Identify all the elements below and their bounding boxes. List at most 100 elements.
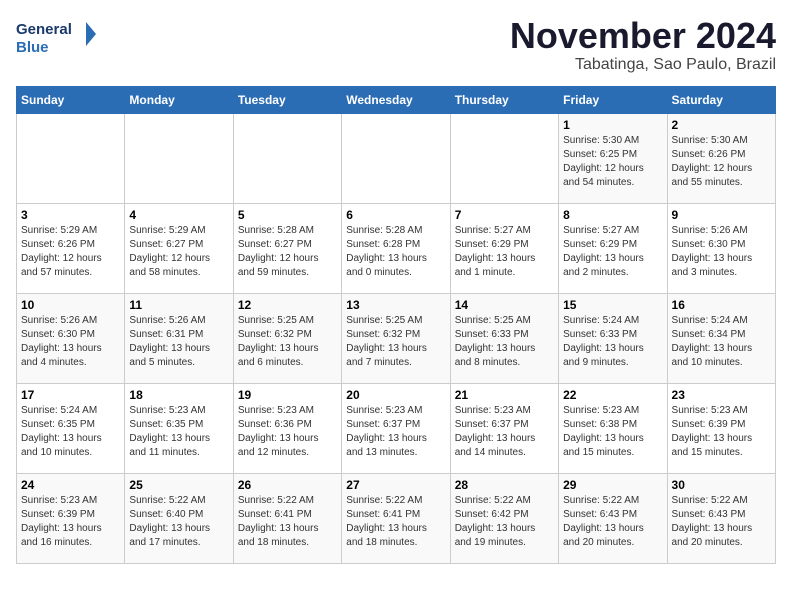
calendar-cell: 3 Sunrise: 5:29 AM Sunset: 6:26 PM Daylig… [17,203,125,293]
weekday-header-friday: Friday [559,86,667,113]
day-number: 14 [455,298,554,312]
day-info: Sunrise: 5:22 AM Sunset: 6:41 PM Dayligh… [238,494,337,550]
calendar-cell: 13 Sunrise: 5:25 AM Sunset: 6:32 PM Dayli… [342,293,450,383]
day-info: Sunrise: 5:28 AM Sunset: 6:27 PM Dayligh… [238,224,337,280]
calendar-cell: 15 Sunrise: 5:24 AM Sunset: 6:33 PM Dayli… [559,293,667,383]
day-info: Sunrise: 5:23 AM Sunset: 6:37 PM Dayligh… [455,404,554,460]
day-number: 12 [238,298,337,312]
day-number: 27 [346,478,445,492]
day-number: 9 [672,208,771,222]
day-number: 16 [672,298,771,312]
calendar-week-3: 10 Sunrise: 5:26 AM Sunset: 6:30 PM Dayli… [17,293,776,383]
day-number: 20 [346,388,445,402]
day-number: 26 [238,478,337,492]
day-info: Sunrise: 5:23 AM Sunset: 6:36 PM Dayligh… [238,404,337,460]
calendar-cell: 27Sunrise: 5:22 AM Sunset: 6:41 PM Dayli… [342,473,450,563]
calendar-cell: 21Sunrise: 5:23 AM Sunset: 6:37 PM Dayli… [450,383,558,473]
calendar-cell [17,113,125,203]
weekday-header-saturday: Saturday [667,86,775,113]
calendar-cell: 29 Sunrise: 5:22 AM Sunset: 6:43 PM Dayli… [559,473,667,563]
calendar-cell: 17Sunrise: 5:24 AM Sunset: 6:35 PM Dayli… [17,383,125,473]
day-info: Sunrise: 5:26 AM Sunset: 6:31 PM Dayligh… [129,314,228,370]
day-info: Sunrise: 5:26 AM Sunset: 6:30 PM Dayligh… [21,314,120,370]
calendar-cell: 12 Sunrise: 5:25 AM Sunset: 6:32 PM Dayli… [233,293,341,383]
day-info: Sunrise: 5:22 AM Sunset: 6:43 PM Dayligh… [563,494,662,550]
day-info: Sunrise: 5:29 AM Sunset: 6:27 PM Dayligh… [129,224,228,280]
calendar-cell: 20Sunrise: 5:23 AM Sunset: 6:37 PM Dayli… [342,383,450,473]
day-number: 2 [672,118,771,132]
weekday-header-monday: Monday [125,86,233,113]
day-info: Sunrise: 5:23 AM Sunset: 6:39 PM Dayligh… [21,494,120,550]
day-number: 23 [672,388,771,402]
calendar-cell: 28Sunrise: 5:22 AM Sunset: 6:42 PM Dayli… [450,473,558,563]
calendar-cell [233,113,341,203]
day-number: 15 [563,298,662,312]
calendar-cell: 2Sunrise: 5:30 AM Sunset: 6:26 PM Daylig… [667,113,775,203]
day-number: 24 [21,478,120,492]
calendar-week-4: 17Sunrise: 5:24 AM Sunset: 6:35 PM Dayli… [17,383,776,473]
weekday-header-sunday: Sunday [17,86,125,113]
day-info: Sunrise: 5:25 AM Sunset: 6:32 PM Dayligh… [238,314,337,370]
calendar-cell: 7 Sunrise: 5:27 AM Sunset: 6:29 PM Daylig… [450,203,558,293]
month-title: November 2024 [510,16,776,56]
day-number: 3 [21,208,120,222]
day-number: 1 [563,118,662,132]
calendar-cell: 6 Sunrise: 5:28 AM Sunset: 6:28 PM Daylig… [342,203,450,293]
day-info: Sunrise: 5:23 AM Sunset: 6:38 PM Dayligh… [563,404,662,460]
calendar-cell: 18 Sunrise: 5:23 AM Sunset: 6:35 PM Dayli… [125,383,233,473]
day-info: Sunrise: 5:28 AM Sunset: 6:28 PM Dayligh… [346,224,445,280]
day-number: 4 [129,208,228,222]
day-number: 29 [563,478,662,492]
weekday-header-wednesday: Wednesday [342,86,450,113]
day-info: Sunrise: 5:27 AM Sunset: 6:29 PM Dayligh… [563,224,662,280]
day-number: 11 [129,298,228,312]
calendar-cell: 24 Sunrise: 5:23 AM Sunset: 6:39 PM Dayli… [17,473,125,563]
weekday-header-thursday: Thursday [450,86,558,113]
calendar-cell: 25Sunrise: 5:22 AM Sunset: 6:40 PM Dayli… [125,473,233,563]
day-number: 30 [672,478,771,492]
calendar-cell: 11 Sunrise: 5:26 AM Sunset: 6:31 PM Dayli… [125,293,233,383]
day-number: 22 [563,388,662,402]
calendar-cell: 26 Sunrise: 5:22 AM Sunset: 6:41 PM Dayli… [233,473,341,563]
day-info: Sunrise: 5:27 AM Sunset: 6:29 PM Dayligh… [455,224,554,280]
svg-text:Blue: Blue [16,39,49,56]
calendar-cell: 4 Sunrise: 5:29 AM Sunset: 6:27 PM Daylig… [125,203,233,293]
day-info: Sunrise: 5:22 AM Sunset: 6:43 PM Dayligh… [672,494,771,550]
calendar-cell: 8 Sunrise: 5:27 AM Sunset: 6:29 PM Daylig… [559,203,667,293]
day-info: Sunrise: 5:23 AM Sunset: 6:35 PM Dayligh… [129,404,228,460]
calendar-cell: 22 Sunrise: 5:23 AM Sunset: 6:38 PM Dayli… [559,383,667,473]
day-info: Sunrise: 5:22 AM Sunset: 6:42 PM Dayligh… [455,494,554,550]
day-info: Sunrise: 5:24 AM Sunset: 6:33 PM Dayligh… [563,314,662,370]
calendar-week-5: 24 Sunrise: 5:23 AM Sunset: 6:39 PM Dayli… [17,473,776,563]
calendar-cell: 5Sunrise: 5:28 AM Sunset: 6:27 PM Daylig… [233,203,341,293]
day-number: 6 [346,208,445,222]
calendar-cell [125,113,233,203]
calendar-cell: 23Sunrise: 5:23 AM Sunset: 6:39 PM Dayli… [667,383,775,473]
day-info: Sunrise: 5:29 AM Sunset: 6:26 PM Dayligh… [21,224,120,280]
day-number: 10 [21,298,120,312]
day-info: Sunrise: 5:22 AM Sunset: 6:40 PM Dayligh… [129,494,228,550]
day-info: Sunrise: 5:30 AM Sunset: 6:25 PM Dayligh… [563,134,662,190]
logo: General Blue [16,16,96,60]
calendar-cell [450,113,558,203]
calendar-cell [342,113,450,203]
day-number: 17 [21,388,120,402]
calendar-cell: 1 Sunrise: 5:30 AM Sunset: 6:25 PM Daylig… [559,113,667,203]
calendar-cell: 10 Sunrise: 5:26 AM Sunset: 6:30 PM Dayli… [17,293,125,383]
calendar-cell: 9 Sunrise: 5:26 AM Sunset: 6:30 PM Daylig… [667,203,775,293]
day-number: 7 [455,208,554,222]
day-info: Sunrise: 5:25 AM Sunset: 6:32 PM Dayligh… [346,314,445,370]
day-number: 18 [129,388,228,402]
day-number: 8 [563,208,662,222]
svg-text:General: General [16,21,72,38]
day-number: 13 [346,298,445,312]
page-header: General Blue November 2024 Tabatinga, Sa… [16,16,776,74]
day-info: Sunrise: 5:24 AM Sunset: 6:34 PM Dayligh… [672,314,771,370]
title-block: November 2024 Tabatinga, Sao Paulo, Braz… [510,16,776,74]
weekday-header-row: SundayMondayTuesdayWednesdayThursdayFrid… [17,86,776,113]
calendar-week-1: 1 Sunrise: 5:30 AM Sunset: 6:25 PM Daylig… [17,113,776,203]
weekday-header-tuesday: Tuesday [233,86,341,113]
logo-svg: General Blue [16,16,96,60]
calendar-cell: 19Sunrise: 5:23 AM Sunset: 6:36 PM Dayli… [233,383,341,473]
day-info: Sunrise: 5:26 AM Sunset: 6:30 PM Dayligh… [672,224,771,280]
